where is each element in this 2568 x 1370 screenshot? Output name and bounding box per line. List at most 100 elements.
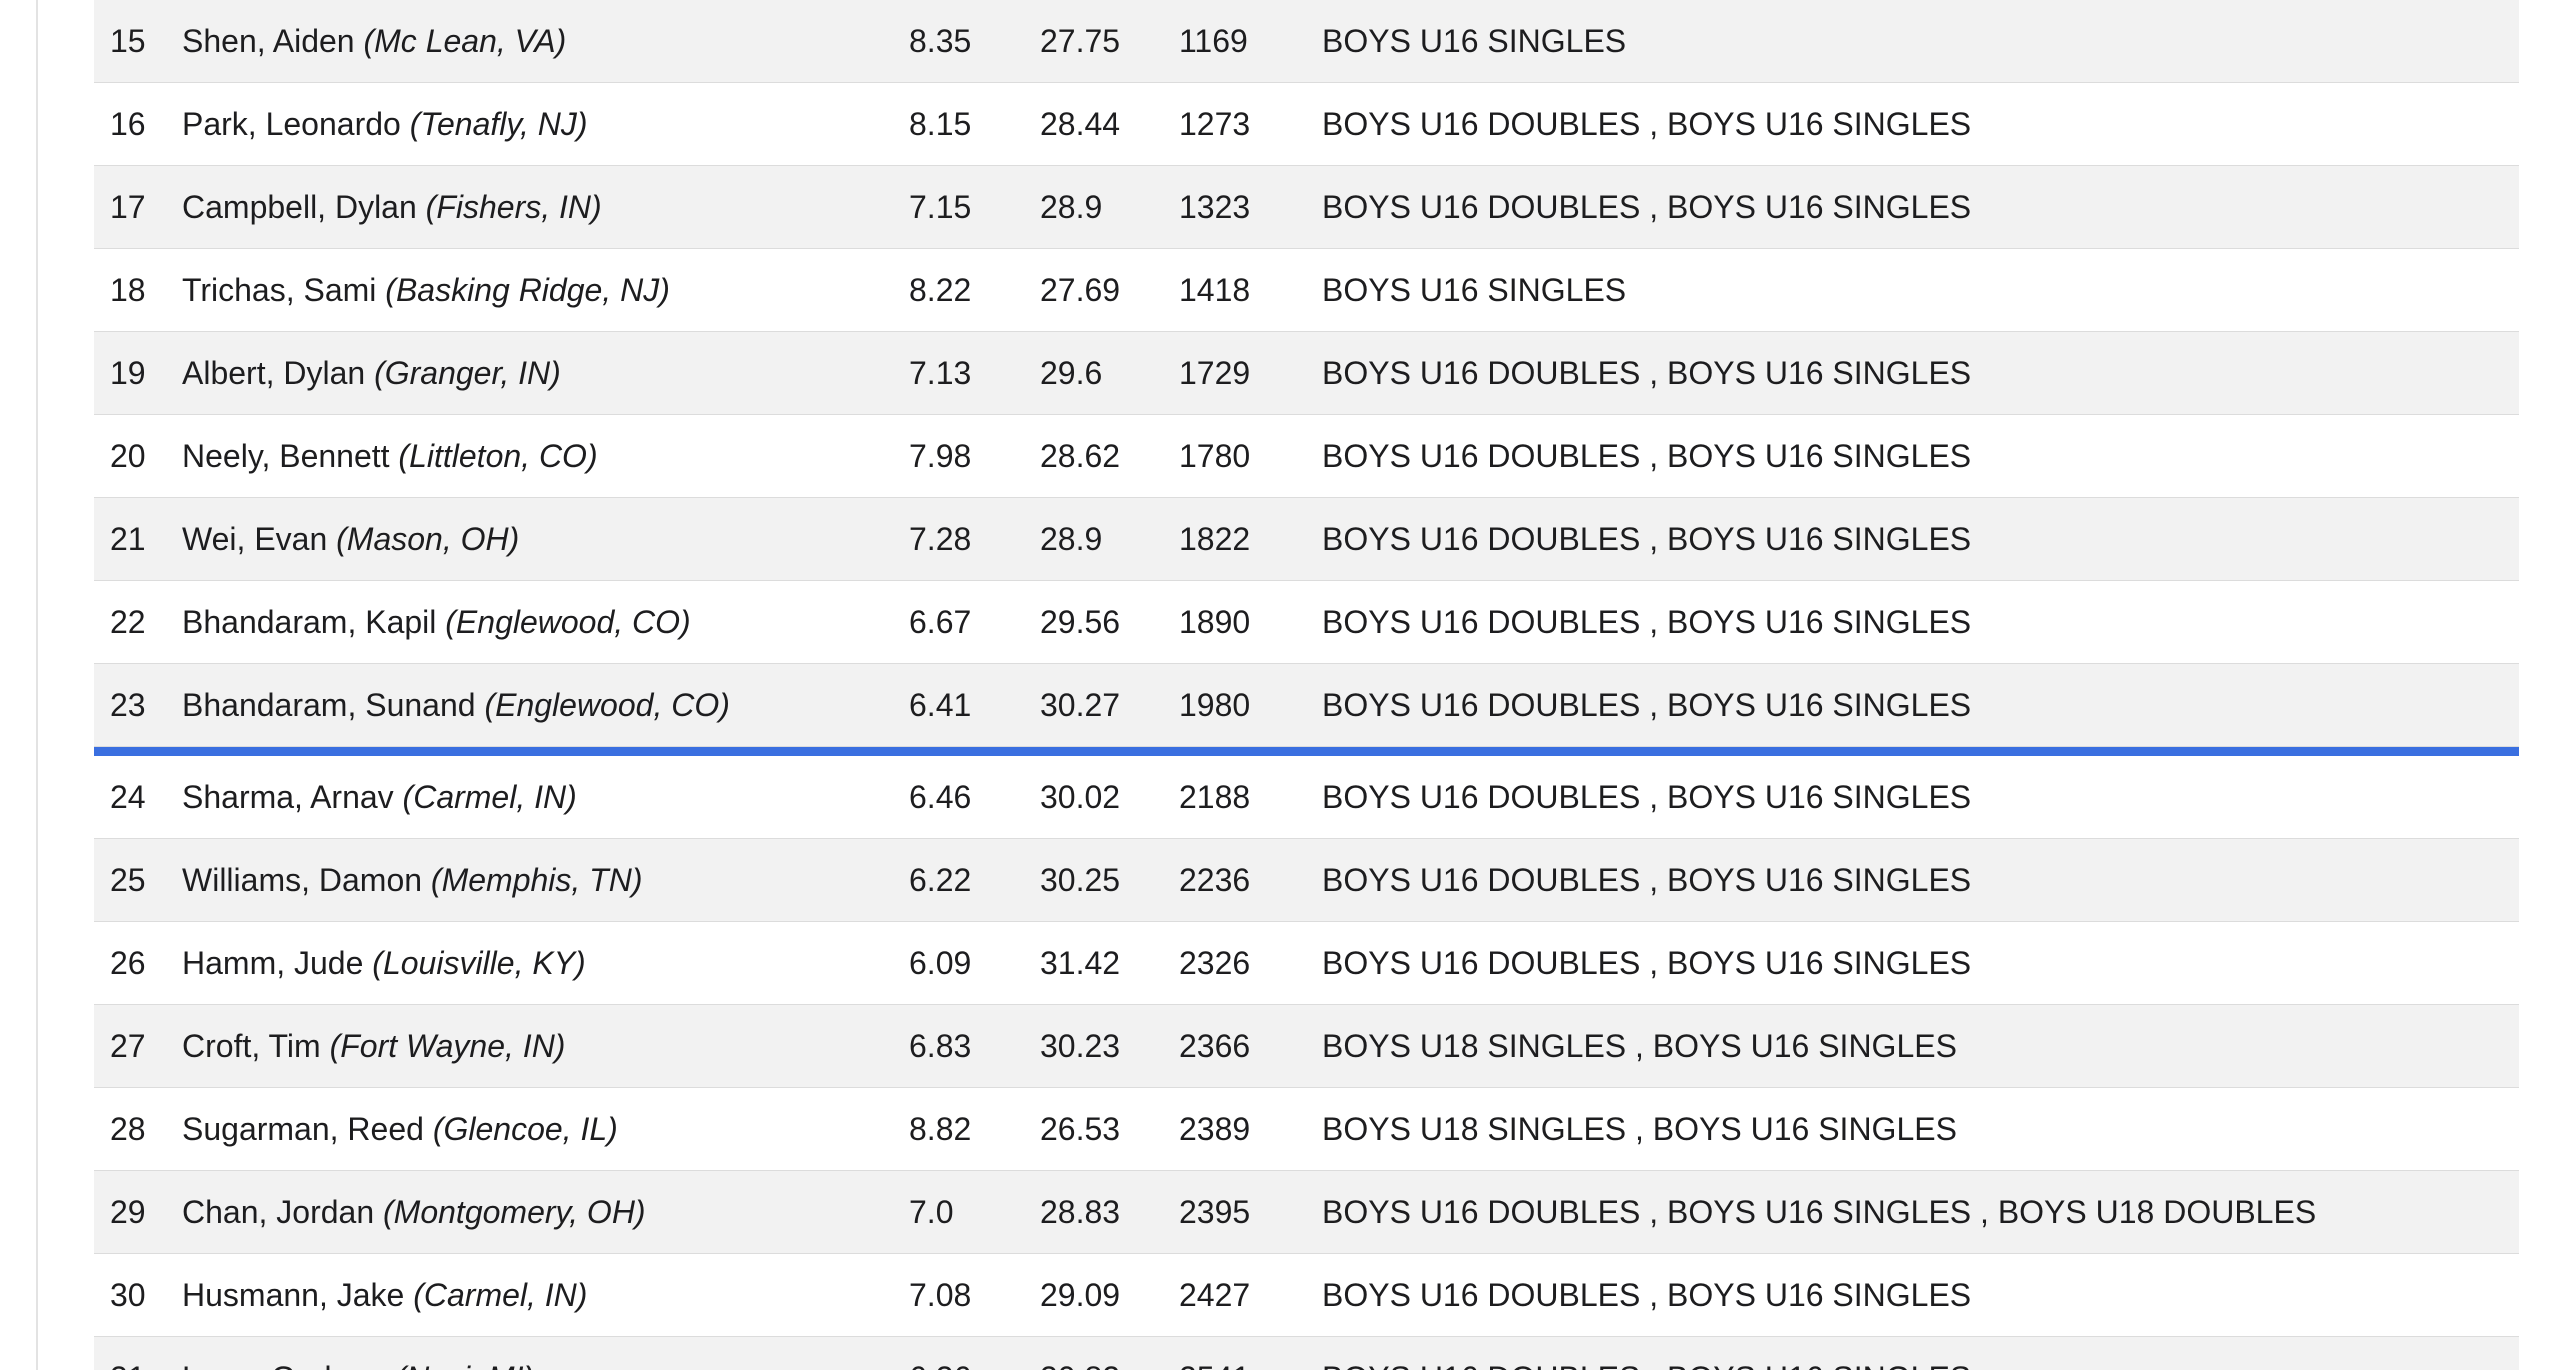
player-cell: Trichas, Sami (Basking Ridge, NJ) (182, 249, 670, 331)
stat-value-1: 7.98 (909, 438, 972, 474)
player-cell: Croft, Tim (Fort Wayne, IN) (182, 1005, 565, 1087)
stat-value-1: 8.35 (909, 23, 972, 59)
events-cell: BOYS U16 SINGLES (1322, 272, 1627, 308)
player-name: Sharma, Arnav (182, 779, 394, 815)
player-name: Trichas, Sami (182, 272, 377, 308)
table-row: 19 Albert, Dylan (Granger, IN) 7.13 29.6… (94, 332, 2519, 415)
player-location: (Glencoe, IL) (432, 1111, 618, 1147)
stat-value-3: 2188 (1179, 779, 1251, 815)
stat-value-3: 1729 (1179, 355, 1251, 391)
player-cell: Hamm, Jude (Louisville, KY) (182, 922, 586, 1004)
rank-cell: 25 (110, 862, 146, 898)
rows-below-cutoff: 24 Sharma, Arnav (Carmel, IN) 6.46 30.02… (94, 756, 2519, 1370)
events-cell: BOYS U16 DOUBLES , BOYS U16 SINGLES (1322, 1337, 1971, 1370)
stat-value-3: 1169 (1179, 23, 1248, 59)
table-row: 22 Bhandaram, Kapil (Englewood, CO) 6.67… (94, 581, 2519, 664)
player-name: Husmann, Jake (182, 1277, 405, 1313)
stat-value-2: 28.9 (1040, 521, 1103, 557)
player-cell: Bhandaram, Sunand (Englewood, CO) (182, 664, 730, 746)
stat-value-3: 1822 (1179, 521, 1251, 557)
player-name: Wei, Evan (182, 521, 328, 557)
player-location: (Tenafly, NJ) (409, 106, 588, 142)
stat-value-3: 1980 (1179, 687, 1251, 723)
stat-value-3: 2541 (1179, 1337, 1250, 1370)
rank-cell: 23 (110, 687, 146, 723)
player-cell: Chan, Jordan (Montgomery, OH) (182, 1171, 646, 1253)
player-cell: Albert, Dylan (Granger, IN) (182, 332, 561, 414)
stat-value-1: 7.13 (909, 355, 972, 391)
stat-value-1: 6.83 (909, 1028, 972, 1064)
player-name: Neely, Bennett (182, 438, 390, 474)
rank-cell: 15 (110, 23, 146, 59)
stat-value-1: 8.82 (909, 1111, 972, 1147)
rank-cell: 20 (110, 438, 146, 474)
rank-cell: 27 (110, 1028, 146, 1064)
rank-cell: 17 (110, 189, 146, 225)
stat-value-1: 6.09 (909, 945, 972, 981)
player-name: Bhandaram, Kapil (182, 604, 437, 640)
stat-value-3: 1780 (1179, 438, 1251, 474)
stat-value-2: 27.69 (1040, 272, 1121, 308)
stat-value-1: 7.08 (909, 1277, 972, 1313)
player-cell: Williams, Damon (Memphis, TN) (182, 839, 642, 921)
stat-value-2: 30.23 (1040, 1028, 1121, 1064)
stat-value-2: 26.53 (1040, 1111, 1121, 1147)
stat-value-1: 6.36 (909, 1337, 971, 1370)
table-row: 20 Neely, Bennett (Littleton, CO) 7.98 2… (94, 415, 2519, 498)
player-location: (Englewood, CO) (445, 604, 691, 640)
stat-value-2: 29.09 (1040, 1277, 1121, 1313)
table-row: 25 Williams, Damon (Memphis, TN) 6.22 30… (94, 839, 2519, 922)
table-row: 17 Campbell, Dylan (Fishers, IN) 7.15 28… (94, 166, 2519, 249)
player-cell: Long, Graham (Novi, MI) (182, 1337, 534, 1370)
events-cell: BOYS U16 SINGLES (1322, 23, 1627, 59)
stat-value-2: 28.62 (1040, 438, 1121, 474)
stat-value-2: 31.42 (1040, 945, 1121, 981)
rank-cell: 18 (110, 272, 146, 308)
player-location: (Memphis, TN) (430, 862, 643, 898)
table-row: 30 Husmann, Jake (Carmel, IN) 7.08 29.09… (94, 1254, 2519, 1337)
stat-value-2: 27.75 (1040, 23, 1121, 59)
table-row: 18 Trichas, Sami (Basking Ridge, NJ) 8.2… (94, 249, 2519, 332)
stat-value-3: 2427 (1179, 1277, 1251, 1313)
events-cell: BOYS U16 DOUBLES , BOYS U16 SINGLES , BO… (1322, 1194, 2317, 1230)
player-cell: Park, Leonardo (Tenafly, NJ) (182, 83, 588, 165)
stat-value-3: 1273 (1179, 106, 1251, 142)
player-name: Sugarman, Reed (182, 1111, 424, 1147)
player-name: Albert, Dylan (182, 355, 366, 391)
player-cell: Sharma, Arnav (Carmel, IN) (182, 756, 577, 838)
events-cell: BOYS U16 DOUBLES , BOYS U16 SINGLES (1322, 438, 1972, 474)
player-name: Campbell, Dylan (182, 189, 417, 225)
rank-cell: 31 (110, 1337, 146, 1370)
player-name: Bhandaram, Sunand (182, 687, 476, 723)
rank-cell: 29 (110, 1194, 146, 1230)
stat-value-3: 2389 (1179, 1111, 1251, 1147)
events-cell: BOYS U16 DOUBLES , BOYS U16 SINGLES (1322, 945, 1972, 981)
player-location: (Carmel, IN) (413, 1277, 588, 1313)
table-row: 26 Hamm, Jude (Louisville, KY) 6.09 31.4… (94, 922, 2519, 1005)
player-cell: Husmann, Jake (Carmel, IN) (182, 1254, 587, 1336)
player-cell: Bhandaram, Kapil (Englewood, CO) (182, 581, 691, 663)
events-cell: BOYS U16 DOUBLES , BOYS U16 SINGLES (1322, 355, 1972, 391)
stat-value-2: 28.44 (1040, 106, 1121, 142)
rank-cell: 30 (110, 1277, 146, 1313)
player-location: (Fort Wayne, IN) (329, 1028, 566, 1064)
player-location: (Novi, MI) (395, 1360, 534, 1370)
events-cell: BOYS U18 SINGLES , BOYS U16 SINGLES (1322, 1111, 1957, 1147)
stat-value-3: 2366 (1179, 1028, 1251, 1064)
player-name: Park, Leonardo (182, 106, 401, 142)
stat-value-2: 28.9 (1040, 189, 1103, 225)
rank-cell: 19 (110, 355, 146, 391)
player-location: (Englewood, CO) (484, 687, 730, 723)
table-row: 15 Shen, Aiden (Mc Lean, VA) 8.35 27.75 … (94, 0, 2519, 83)
events-cell: BOYS U16 DOUBLES , BOYS U16 SINGLES (1322, 779, 1972, 815)
stat-value-1: 6.22 (909, 862, 972, 898)
player-location: (Granger, IN) (374, 355, 561, 391)
table-row: 29 Chan, Jordan (Montgomery, OH) 7.0 28.… (94, 1171, 2519, 1254)
rank-cell: 21 (110, 521, 146, 557)
player-location: (Carmel, IN) (402, 779, 577, 815)
stat-value-1: 6.41 (909, 687, 972, 723)
table-row: 16 Park, Leonardo (Tenafly, NJ) 8.15 28.… (94, 83, 2519, 166)
player-name: Williams, Damon (182, 862, 423, 898)
player-name: Hamm, Jude (182, 945, 364, 981)
stat-value-3: 1418 (1179, 272, 1251, 308)
